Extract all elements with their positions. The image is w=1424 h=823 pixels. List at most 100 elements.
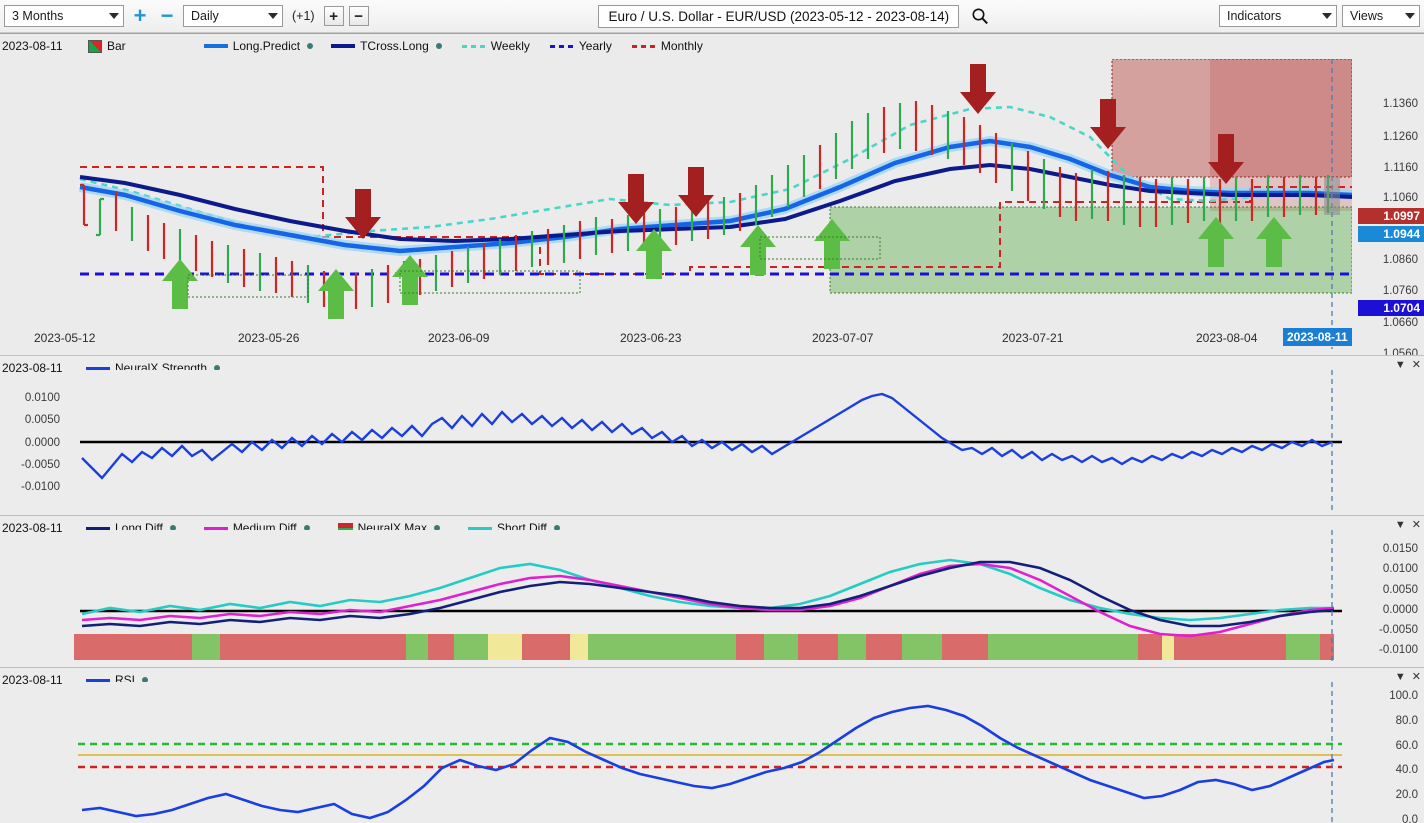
- x-tick: 2023-06-09: [428, 331, 490, 345]
- y-tick: 60.0: [1395, 740, 1418, 752]
- panel-close-icon[interactable]: ✕: [1412, 518, 1421, 531]
- price-badge-close: 1.0944: [1358, 226, 1424, 242]
- legend-item-monthly[interactable]: Monthly: [631, 39, 703, 53]
- panel-collapse-icon[interactable]: ▼: [1395, 359, 1406, 371]
- dash-swatch-icon: [549, 44, 574, 48]
- dash-swatch-icon: [461, 44, 486, 48]
- legend-label: Long.Predict: [232, 39, 301, 53]
- price-legend: 2023-08-11 Bar Long.Predict TCross.Long …: [0, 37, 709, 55]
- y-tick: 0.0000: [24, 437, 60, 449]
- range-decrease-button[interactable]: −: [156, 3, 178, 28]
- y-tick: 1.0660: [1382, 317, 1418, 329]
- views-select[interactable]: Views: [1342, 5, 1420, 27]
- y-tick: 0.0100: [24, 392, 60, 404]
- rsi-panel-controls: ▼ ✕: [1395, 670, 1421, 684]
- range-select[interactable]: 3 Months: [4, 5, 124, 27]
- price-legend-date: 2023-08-11: [2, 39, 63, 53]
- y-tick: 100.0: [1389, 690, 1418, 702]
- y-tick: 1.1260: [1382, 131, 1418, 143]
- legend-item-bar[interactable]: Bar: [88, 39, 126, 53]
- legend-dot-icon: [307, 43, 314, 49]
- y-tick: 0.0000: [1382, 604, 1418, 616]
- main-toolbar: 3 Months + − Daily (+1) + − Euro / U.S. …: [0, 0, 1424, 33]
- legend-label: Bar: [107, 39, 126, 53]
- y-tick: 20.0: [1395, 789, 1418, 801]
- y-tick: 1.1360: [1382, 98, 1418, 110]
- dash-swatch-icon: [631, 44, 656, 48]
- x-tick-current: 2023-08-11: [1283, 328, 1352, 346]
- y-tick: -0.0050: [20, 459, 60, 471]
- range-select-value: 3 Months: [12, 9, 64, 23]
- y-tick: 1.1160: [1383, 162, 1418, 174]
- panel-close-icon[interactable]: ✕: [1412, 358, 1421, 371]
- x-tick: 2023-07-07: [812, 331, 874, 345]
- line-swatch-icon: [203, 44, 228, 48]
- diff-plot-svg: [70, 530, 1352, 664]
- strength-panel-controls: ▼ ✕: [1395, 358, 1421, 372]
- legend-label: TCross.Long: [360, 39, 429, 53]
- neuralx-strength-panel: 2023-08-11 NeuralX.Strength -0.0027 ▼ ✕ …: [0, 355, 1424, 515]
- panel-close-icon[interactable]: ✕: [1412, 670, 1421, 683]
- legend-item-tcross-long[interactable]: TCross.Long: [331, 39, 442, 53]
- views-select-value: Views: [1350, 9, 1384, 23]
- strength-plot[interactable]: [70, 370, 1352, 510]
- y-tick: 40.0: [1395, 764, 1418, 776]
- chevron-down-icon: [109, 13, 119, 19]
- x-tick: 2023-05-12: [34, 331, 96, 345]
- strength-plot-svg: [70, 370, 1352, 510]
- y-tick: 0.0150: [1382, 543, 1418, 555]
- rsi-plot-svg: [70, 682, 1352, 823]
- legend-label: Monthly: [660, 39, 703, 53]
- diff-panel-controls: ▼ ✕: [1395, 518, 1421, 532]
- x-tick: 2023-08-04: [1196, 331, 1258, 345]
- y-tick: 0.0100: [1382, 563, 1418, 575]
- price-badge-yearly: 1.0704: [1358, 300, 1424, 316]
- legend-item-yearly[interactable]: Yearly: [549, 39, 612, 53]
- interval-select-value: Daily: [191, 9, 219, 23]
- y-tick: -0.0100: [20, 481, 60, 493]
- y-tick: 1.1060: [1382, 192, 1418, 204]
- diff-plot[interactable]: [70, 530, 1352, 664]
- chevron-down-icon: [1322, 13, 1332, 19]
- y-tick: 80.0: [1395, 715, 1418, 727]
- x-tick: 2023-05-26: [238, 331, 300, 345]
- offset-label: (+1): [292, 9, 315, 23]
- neuralx-max-strip: [74, 634, 1334, 660]
- panel-collapse-icon[interactable]: ▼: [1395, 671, 1406, 683]
- indicators-select-value: Indicators: [1227, 9, 1282, 23]
- diff-panel: 2023-08-11 Long.Diff Medium.Diff NeuralX…: [0, 515, 1424, 667]
- panel-collapse-icon[interactable]: ▼: [1395, 519, 1406, 531]
- offset-increase-button[interactable]: +: [323, 6, 344, 26]
- y-tick: 1.0760: [1382, 285, 1418, 297]
- price-plot-svg: [70, 59, 1352, 349]
- chevron-down-icon: [268, 13, 278, 19]
- y-tick: -0.0100: [1378, 644, 1418, 656]
- current-bar-highlight: [1324, 177, 1340, 215]
- price-plot[interactable]: [70, 59, 1352, 349]
- price-panel: 2023-08-11 Bar Long.Predict TCross.Long …: [0, 33, 1424, 360]
- search-icon[interactable]: [971, 7, 989, 25]
- rsi-plot[interactable]: [70, 682, 1352, 823]
- interval-select[interactable]: Daily: [183, 5, 283, 27]
- rsi-panel: 2023-08-11 RSI 36.0 ▼ ✕ 100.0 80.0 60.0 …: [0, 667, 1424, 823]
- y-tick: 0.0050: [1382, 584, 1418, 596]
- legend-label: Yearly: [578, 39, 612, 53]
- legend-label: Weekly: [490, 39, 530, 53]
- y-tick: 0.0050: [24, 414, 60, 426]
- symbol-search-input[interactable]: Euro / U.S. Dollar - EUR/USD (2023-05-12…: [598, 4, 960, 28]
- price-badge-monthly: 1.0997: [1358, 208, 1424, 224]
- y-tick: 0.0: [1402, 814, 1418, 823]
- trading-chart-app: 3 Months + − Daily (+1) + − Euro / U.S. …: [0, 0, 1424, 823]
- chevron-down-icon: [1405, 13, 1415, 19]
- y-tick: 1.0860: [1382, 254, 1418, 266]
- offset-decrease-button[interactable]: −: [348, 6, 369, 26]
- x-tick: 2023-06-23: [620, 331, 682, 345]
- legend-item-weekly[interactable]: Weekly: [461, 39, 530, 53]
- x-tick: 2023-07-21: [1002, 331, 1064, 345]
- y-tick: -0.0050: [1378, 624, 1418, 636]
- bar-icon: [88, 39, 102, 53]
- legend-item-long-predict[interactable]: Long.Predict: [203, 39, 314, 53]
- indicators-select[interactable]: Indicators: [1219, 5, 1337, 27]
- legend-dot-icon: [435, 43, 442, 49]
- range-increase-button[interactable]: +: [129, 3, 151, 28]
